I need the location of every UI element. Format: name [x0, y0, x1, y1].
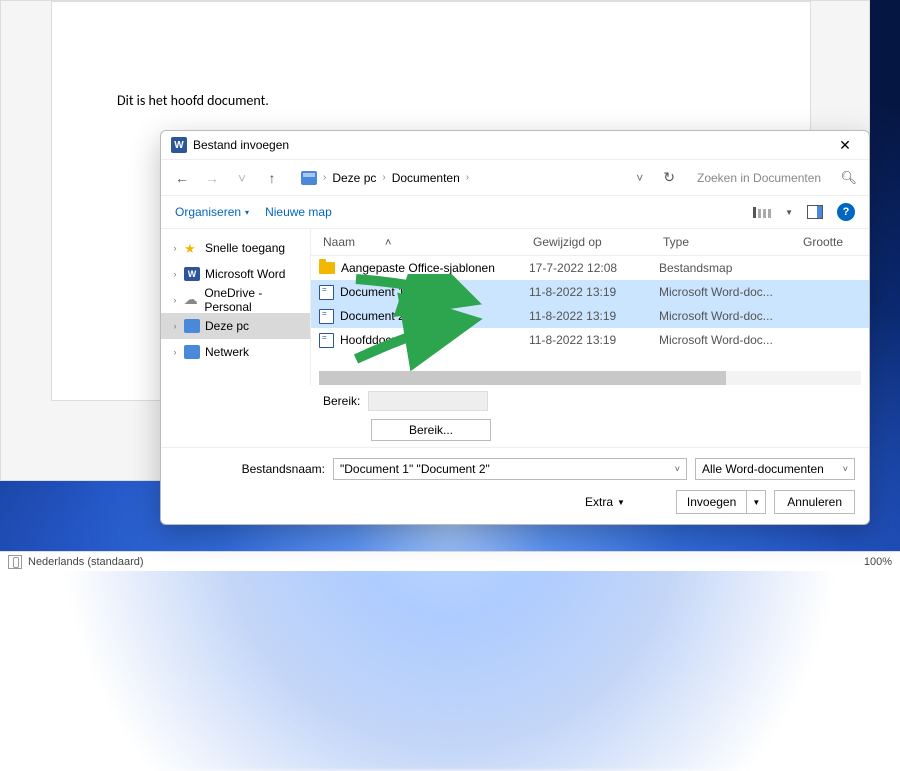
range-input[interactable] — [368, 391, 488, 411]
chevron-right-icon: › — [382, 172, 385, 183]
breadcrumb-root[interactable]: Deze pc — [332, 171, 376, 185]
status-zoom[interactable]: 100% — [864, 556, 892, 568]
file-modified: 17-7-2022 12:08 — [529, 261, 659, 275]
help-icon[interactable]: ? — [837, 203, 855, 221]
tree-onedrive[interactable]: ›☁OneDrive - Personal — [161, 287, 310, 313]
file-row[interactable]: Aangepaste Office-sjablonen 17-7-2022 12:… — [311, 256, 869, 280]
chevron-down-icon[interactable]: ˅ — [843, 464, 848, 474]
file-modified: 11-8-2022 13:19 — [529, 285, 659, 299]
file-row[interactable]: Document 1 11-8-2022 13:19Microsoft Word-… — [311, 280, 869, 304]
file-row[interactable]: Hoofddocument 11-8-2022 13:19Microsoft Wo… — [311, 328, 869, 352]
file-modified: 11-8-2022 13:19 — [529, 333, 659, 347]
filetype-select[interactable]: Alle Word-documenten ˅ — [695, 458, 855, 480]
horizontal-scrollbar[interactable] — [319, 371, 861, 385]
chevron-right-icon: › — [323, 172, 326, 183]
insert-file-dialog: W Bestand invoegen ✕ ← → ˅ ↑ › Deze pc ›… — [160, 130, 870, 525]
dialog-toolbar: Organiseren Nieuwe map ▼ ? — [161, 195, 869, 229]
dialog-titlebar: W Bestand invoegen ✕ — [161, 131, 869, 159]
range-button[interactable]: Bereik... — [371, 419, 491, 441]
chevron-down-icon[interactable]: ▼ — [747, 491, 765, 513]
nav-up-icon[interactable]: ↑ — [263, 170, 281, 186]
col-name[interactable]: Naam — [319, 233, 529, 251]
extra-button[interactable]: Extra — [585, 495, 625, 509]
file-list: Naam Gewijzigd op Type Grootte Aangepast… — [311, 229, 869, 385]
breadcrumb-dropdown-icon[interactable]: ˅ — [636, 171, 643, 185]
language-icon — [8, 555, 22, 569]
file-type: Bestandsmap — [659, 261, 799, 275]
folder-icon — [319, 262, 335, 274]
chevron-down-icon[interactable]: ˅ — [675, 464, 680, 474]
close-icon[interactable]: ✕ — [831, 135, 859, 155]
breadcrumb-folder[interactable]: Documenten — [392, 171, 460, 185]
thispc-icon — [301, 171, 317, 185]
document-body-text: Dit is het hoofd document. — [117, 92, 745, 109]
filename-input[interactable]: "Document 1" "Document 2" ˅ — [333, 458, 687, 480]
filename-label: Bestandsnaam: — [175, 462, 325, 476]
refresh-icon[interactable]: ↻ — [663, 169, 675, 186]
chevron-right-icon: › — [466, 172, 469, 183]
dialog-footer: Bestandsnaam: "Document 1" "Document 2" … — [161, 447, 869, 524]
search-icon: 🔍︎ — [840, 170, 857, 186]
file-list-header[interactable]: Naam Gewijzigd op Type Grootte — [311, 229, 869, 256]
tree-microsoft-word[interactable]: ›WMicrosoft Word — [161, 261, 310, 287]
navigation-tree: ›★Snelle toegang ›WMicrosoft Word ›☁OneD… — [161, 229, 311, 385]
file-name: Aangepaste Office-sjablonen — [341, 261, 495, 275]
range-label: Bereik: — [323, 394, 360, 408]
network-icon — [184, 345, 200, 359]
document-icon — [319, 285, 334, 300]
cancel-button[interactable]: Annuleren — [774, 490, 855, 514]
col-type[interactable]: Type — [659, 233, 799, 251]
tree-network[interactable]: ›Netwerk — [161, 339, 310, 365]
tree-this-pc[interactable]: ›Deze pc — [161, 313, 310, 339]
cloud-icon: ☁ — [184, 293, 200, 307]
word-icon: W — [171, 137, 187, 153]
dialog-nav-bar: ← → ˅ ↑ › Deze pc › Documenten › ˅ ↻ Zoe… — [161, 159, 869, 195]
col-size[interactable]: Grootte — [799, 233, 854, 251]
file-name: Document 2 — [340, 309, 405, 323]
dialog-title: Bestand invoegen — [193, 138, 289, 152]
view-mode-button[interactable] — [753, 207, 771, 218]
document-icon — [319, 333, 334, 348]
pc-icon — [184, 319, 200, 333]
word-icon: W — [184, 267, 200, 281]
status-language[interactable]: Nederlands (standaard) — [28, 556, 144, 568]
range-row: Bereik: — [311, 385, 869, 417]
star-icon: ★ — [184, 241, 200, 255]
preview-pane-button[interactable] — [807, 205, 823, 219]
file-name: Document 1 — [340, 285, 405, 299]
file-type: Microsoft Word-doc... — [659, 333, 799, 347]
file-modified: 11-8-2022 13:19 — [529, 309, 659, 323]
col-modified[interactable]: Gewijzigd op — [529, 233, 659, 251]
document-icon — [319, 309, 334, 324]
insert-button[interactable]: Invoegen ▼ — [676, 490, 766, 514]
file-name: Hoofddocument — [340, 333, 425, 347]
nav-back-icon[interactable]: ← — [173, 170, 191, 186]
file-row[interactable]: Document 2 11-8-2022 13:19Microsoft Word-… — [311, 304, 869, 328]
nav-forward-icon[interactable]: → — [203, 170, 221, 186]
file-type: Microsoft Word-doc... — [659, 309, 799, 323]
search-input[interactable]: Zoeken in Documenten 🔍︎ — [697, 170, 857, 186]
new-folder-button[interactable]: Nieuwe map — [265, 205, 332, 219]
breadcrumb[interactable]: › Deze pc › Documenten › — [301, 171, 624, 185]
tree-quick-access[interactable]: ›★Snelle toegang — [161, 235, 310, 261]
word-status-bar: Nederlands (standaard) 100% — [0, 551, 900, 571]
search-placeholder: Zoeken in Documenten — [697, 171, 821, 185]
file-type: Microsoft Word-doc... — [659, 285, 799, 299]
nav-recent-icon[interactable]: ˅ — [233, 170, 251, 186]
organize-button[interactable]: Organiseren — [175, 205, 249, 219]
